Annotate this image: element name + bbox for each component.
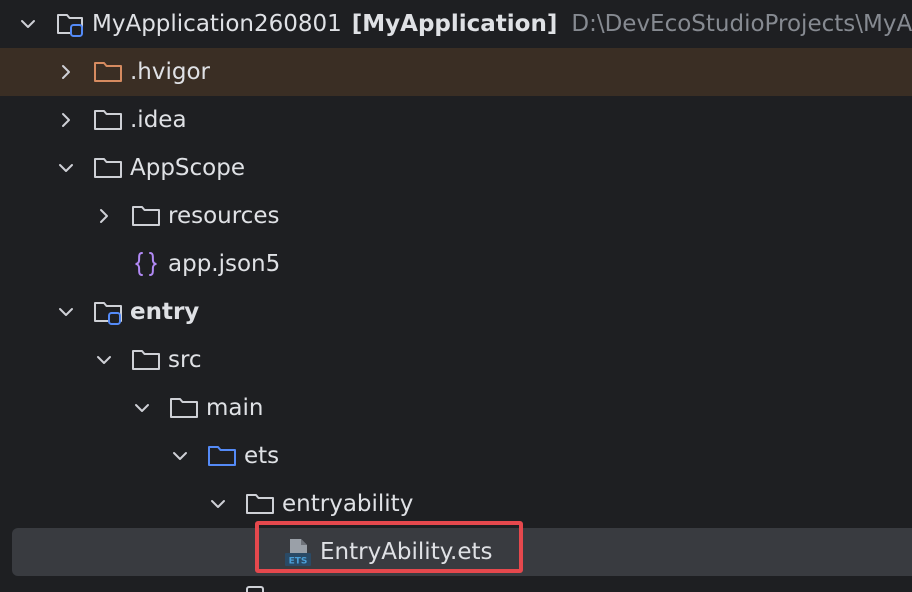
tree-row-src[interactable]: src [0, 336, 912, 384]
chevron-down-icon[interactable] [168, 444, 192, 468]
chevron-right-icon[interactable] [54, 60, 78, 84]
chevron-down-icon[interactable] [206, 492, 230, 516]
folder-icon [168, 392, 200, 424]
tree-item-label: resources [168, 203, 280, 229]
ets-badge-text: ETS [289, 557, 308, 567]
tree-item-label: ets [244, 443, 280, 469]
tree-row-app-json5[interactable]: app.json5 [0, 240, 912, 288]
folder-icon [244, 488, 276, 520]
module-name: [MyApplication] [351, 11, 558, 37]
tree-item-label: EntryAbility.ets [320, 539, 493, 565]
project-name: MyApplication260801 [92, 11, 342, 37]
file-icon [246, 586, 264, 592]
tree-item-label: entry [130, 299, 200, 325]
module-folder-icon [54, 8, 86, 40]
json-file-icon [130, 248, 162, 280]
chevron-down-icon[interactable] [54, 300, 78, 324]
chevron-down-icon[interactable] [54, 156, 78, 180]
tree-row-appscope[interactable]: AppScope [0, 144, 912, 192]
tree-item-label: MyApplication260801 [MyApplication] D:\Dev… [92, 0, 912, 48]
project-tree: MyApplication260801 [MyApplication] D:\Dev… [0, 0, 912, 592]
tree-row-ets[interactable]: ets [0, 432, 912, 480]
module-folder-icon [92, 296, 124, 328]
tree-item-label: app.json5 [168, 251, 281, 277]
folder-icon [92, 152, 124, 184]
source-folder-icon [206, 440, 238, 472]
chevron-down-icon[interactable] [130, 396, 154, 420]
tree-item-label: entryability [282, 491, 414, 517]
tree-row-entryability-ets[interactable]: ETS EntryAbility.ets [12, 528, 912, 576]
folder-icon [92, 104, 124, 136]
tree-item-label: src [168, 347, 202, 373]
tree-item-label: .hvigor [130, 59, 211, 85]
tree-row-idea[interactable]: .idea [0, 96, 912, 144]
tree-row-resources[interactable]: resources [0, 192, 912, 240]
folder-icon [130, 200, 162, 232]
project-path: D:\DevEcoStudioProjects\MyAp [571, 11, 912, 37]
chevron-right-icon[interactable] [92, 204, 116, 228]
tree-item-label: .idea [130, 107, 187, 133]
tree-row-project-root[interactable]: MyApplication260801 [MyApplication] D:\Dev… [0, 0, 912, 48]
ets-file-icon: ETS [282, 536, 314, 568]
tree-row-entryability[interactable]: entryability [0, 480, 912, 528]
folder-icon [92, 56, 124, 88]
tree-row-entry[interactable]: entry [0, 288, 912, 336]
tree-row-main[interactable]: main [0, 384, 912, 432]
tree-row-hvigor[interactable]: .hvigor [0, 48, 912, 96]
chevron-down-icon[interactable] [92, 348, 116, 372]
folder-icon [130, 344, 162, 376]
tree-item-label: main [206, 395, 264, 421]
chevron-down-icon[interactable] [16, 12, 40, 36]
tree-item-label: AppScope [130, 155, 245, 181]
chevron-right-icon[interactable] [54, 108, 78, 132]
